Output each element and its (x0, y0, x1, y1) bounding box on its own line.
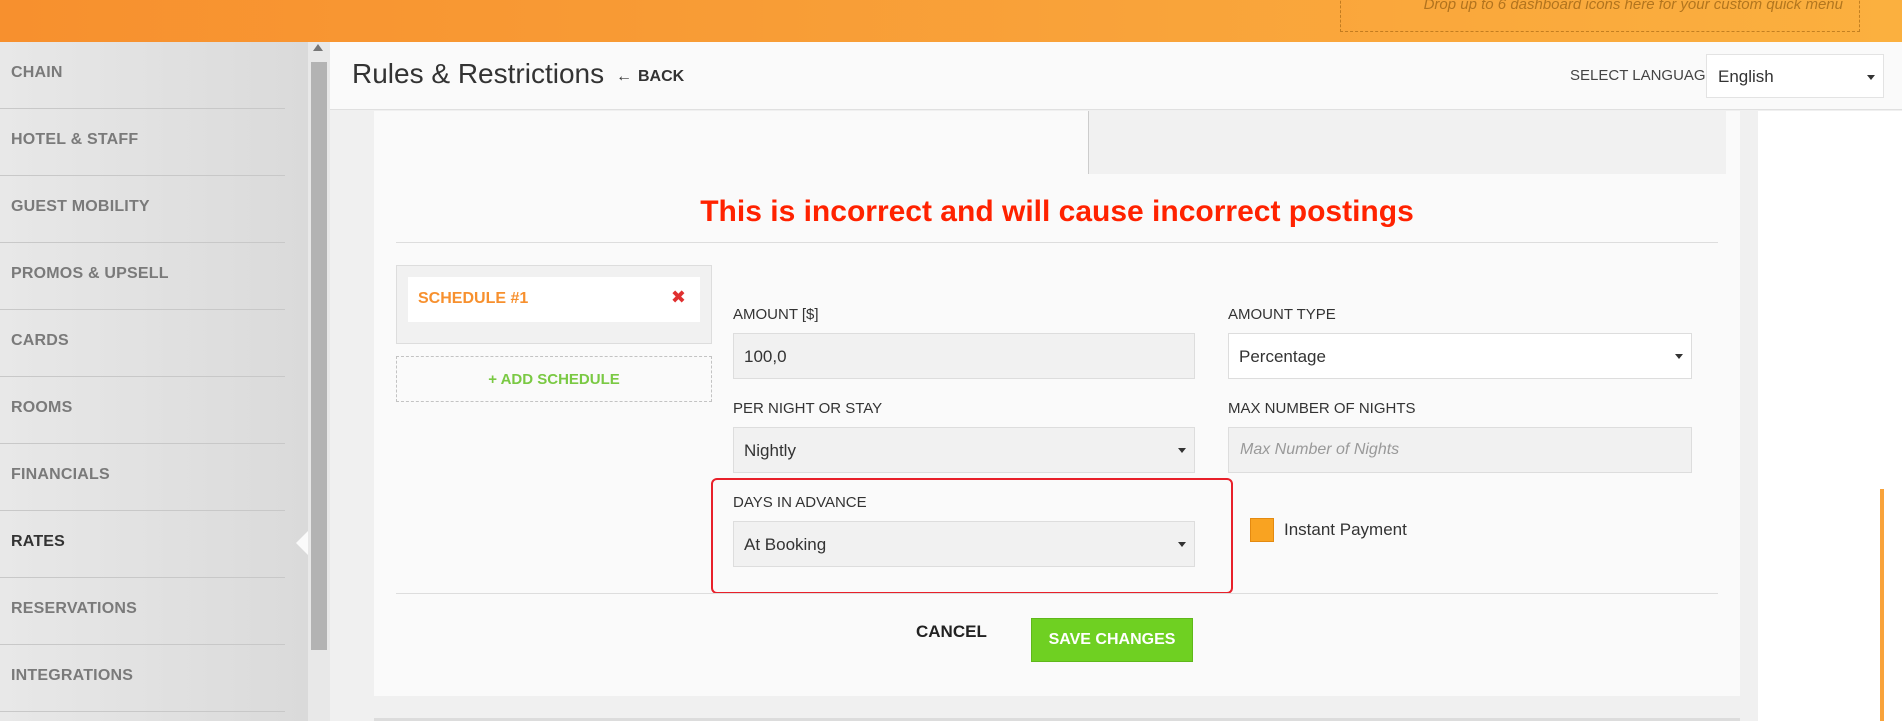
right-accent-bar (1880, 489, 1884, 721)
page-header: Rules & Restrictions ← BACK SELECT LANGUA… (330, 42, 1902, 110)
per-night-select[interactable]: Nightly (733, 427, 1195, 473)
schedule-item[interactable]: SCHEDULE #1 ✖ (408, 277, 700, 322)
back-label: BACK (638, 68, 685, 85)
sidebar: CHAIN HOTEL & STAFF GUEST MOBILITY PROMO… (0, 42, 308, 721)
language-label: SELECT LANGUAGE (1570, 67, 1716, 84)
sidebar-item-rooms[interactable]: ROOMS (0, 377, 285, 444)
sidebar-item-reservations[interactable]: RESERVATIONS (0, 578, 285, 645)
rate-rules-card: This is incorrect and will cause incorre… (374, 111, 1740, 696)
divider (396, 593, 1718, 594)
warning-annotation: This is incorrect and will cause incorre… (700, 195, 1414, 228)
instant-payment-label: Instant Payment (1284, 520, 1407, 539)
dropzone-hint: Drop up to 6 dashboard icons here for yo… (1423, 0, 1843, 13)
sidebar-item-hotel-staff[interactable]: HOTEL & STAFF (0, 109, 285, 176)
save-changes-button[interactable]: SAVE CHANGES (1031, 618, 1193, 662)
per-night-label: PER NIGHT OR STAY (733, 400, 883, 417)
add-schedule-button[interactable]: + ADD SCHEDULE (396, 356, 712, 402)
back-button[interactable]: ← BACK (616, 68, 684, 86)
max-nights-placeholder: Max Number of Nights (1240, 441, 1400, 458)
amount-type-label: AMOUNT TYPE (1228, 306, 1336, 323)
sidebar-item-promos-upsell[interactable]: PROMOS & UPSELL (0, 243, 285, 310)
active-indicator (296, 531, 308, 555)
sidebar-item-chain[interactable]: CHAIN (0, 42, 285, 109)
sidebar-item-guest-mobility[interactable]: GUEST MOBILITY (0, 176, 285, 243)
sidebar-item-cards[interactable]: CARDS (0, 310, 285, 377)
max-nights-input[interactable]: Max Number of Nights (1228, 427, 1692, 473)
chevron-down-icon (1867, 75, 1875, 80)
quick-menu-dropzone[interactable]: Drop up to 6 dashboard icons here for yo… (1340, 0, 1860, 32)
amount-input[interactable]: 100,0 (733, 333, 1195, 379)
sidebar-item-integrations[interactable]: INTEGRATIONS (0, 645, 285, 712)
per-night-value: Nightly (744, 441, 796, 460)
chevron-down-icon (1675, 354, 1683, 359)
max-nights-label: MAX NUMBER OF NIGHTS (1228, 400, 1416, 417)
chevron-down-icon (1178, 448, 1186, 453)
amount-value: 100,0 (744, 347, 787, 366)
sidebar-item-financials[interactable]: FINANCIALS (0, 444, 285, 511)
amount-label: AMOUNT [$] (733, 306, 819, 323)
sidebar-item-rates[interactable]: RATES (0, 511, 285, 578)
cancel-button[interactable]: CANCEL (916, 622, 987, 642)
top-bar: Drop up to 6 dashboard icons here for yo… (0, 0, 1902, 42)
language-select[interactable]: English (1706, 54, 1884, 98)
add-schedule-label: + ADD SCHEDULE (488, 371, 620, 388)
delete-schedule-icon[interactable]: ✖ (671, 287, 686, 308)
instant-payment-checkbox[interactable] (1250, 518, 1274, 542)
schedule-label: SCHEDULE #1 (418, 290, 529, 307)
scroll-up-icon[interactable] (313, 44, 323, 51)
language-value: English (1718, 67, 1774, 86)
save-label: SAVE CHANGES (1048, 631, 1176, 648)
previous-section-box (1088, 111, 1726, 174)
schedule-list: SCHEDULE #1 ✖ (396, 265, 712, 344)
amount-type-select[interactable]: Percentage (1228, 333, 1692, 379)
sidebar-scrollbar[interactable] (308, 42, 330, 721)
highlight-annotation-box (711, 478, 1233, 594)
sidebar-scroll-thumb[interactable] (311, 62, 327, 650)
page-title: Rules & Restrictions (352, 58, 605, 89)
amount-type-value: Percentage (1239, 347, 1326, 366)
arrow-left-icon: ← (616, 68, 632, 85)
divider (396, 242, 1718, 243)
